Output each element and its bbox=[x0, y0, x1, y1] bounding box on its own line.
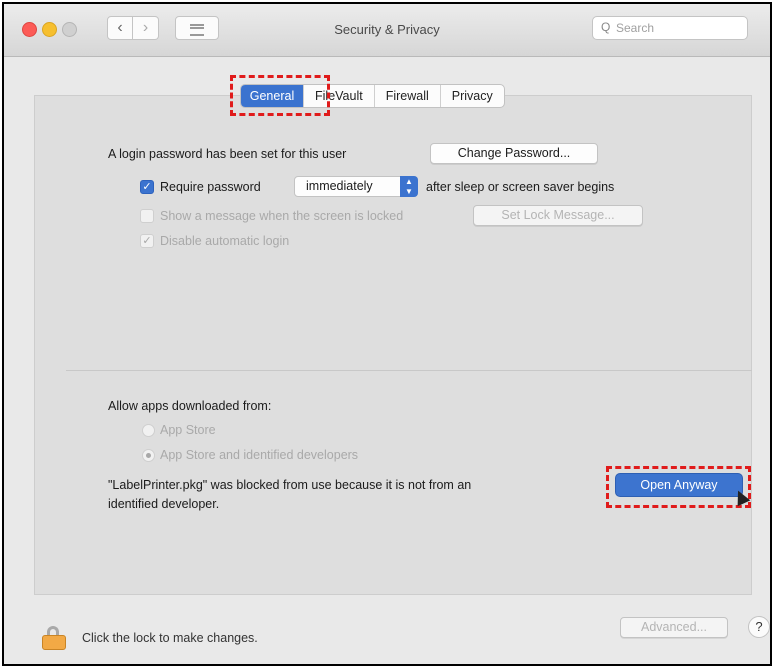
search-icon: Q bbox=[601, 20, 611, 34]
radio-identified-developers[interactable] bbox=[142, 449, 155, 462]
updown-arrow-icon: ▲ ▼ bbox=[400, 176, 418, 197]
change-password-button[interactable]: Change Password... bbox=[430, 143, 598, 164]
lock-text: Click the lock to make changes. bbox=[82, 631, 258, 645]
general-tab-highlight bbox=[230, 75, 330, 116]
radio-app-store[interactable] bbox=[142, 424, 155, 437]
require-password-checkbox[interactable]: ✓ bbox=[140, 180, 154, 194]
require-password-value: immediately bbox=[306, 179, 373, 193]
advanced-button[interactable]: Advanced... bbox=[620, 617, 728, 638]
section-divider bbox=[66, 370, 752, 371]
radio-app-store-label: App Store bbox=[160, 423, 216, 437]
show-message-label: Show a message when the screen is locked bbox=[160, 209, 404, 223]
set-lock-message-button[interactable]: Set Lock Message... bbox=[473, 205, 643, 226]
login-password-text: A login password has been set for this u… bbox=[108, 147, 347, 161]
blocked-message-line2: identified developer. bbox=[108, 497, 220, 511]
lock-icon[interactable] bbox=[42, 626, 66, 650]
show-message-checkbox[interactable] bbox=[140, 209, 154, 223]
require-password-select[interactable]: immediately ▲ ▼ bbox=[294, 176, 418, 197]
help-button[interactable]: ? bbox=[748, 616, 770, 638]
disable-login-label: Disable automatic login bbox=[160, 234, 290, 248]
search-input[interactable]: Q Search bbox=[592, 16, 748, 40]
require-password-label: Require password bbox=[160, 180, 261, 194]
radio-identified-developers-label: App Store and identified developers bbox=[160, 448, 359, 462]
lock-body bbox=[42, 635, 66, 650]
tab-privacy[interactable]: Privacy bbox=[439, 85, 504, 107]
search-placeholder: Search bbox=[616, 21, 655, 35]
blocked-message-line1: "LabelPrinter.pkg" was blocked from use … bbox=[108, 478, 472, 492]
open-anyway-highlight bbox=[606, 466, 751, 508]
tab-firewall[interactable]: Firewall bbox=[373, 85, 440, 107]
allow-apps-heading: Allow apps downloaded from: bbox=[108, 399, 272, 413]
disable-login-checkbox[interactable]: ✓ bbox=[140, 234, 154, 248]
content-panel bbox=[34, 95, 752, 595]
title-bar: ‹ › Security & Privacy Q Search bbox=[4, 4, 770, 57]
after-sleep-text: after sleep or screen saver begins bbox=[426, 180, 615, 194]
preferences-window: ‹ › Security & Privacy Q Search General … bbox=[2, 2, 772, 666]
